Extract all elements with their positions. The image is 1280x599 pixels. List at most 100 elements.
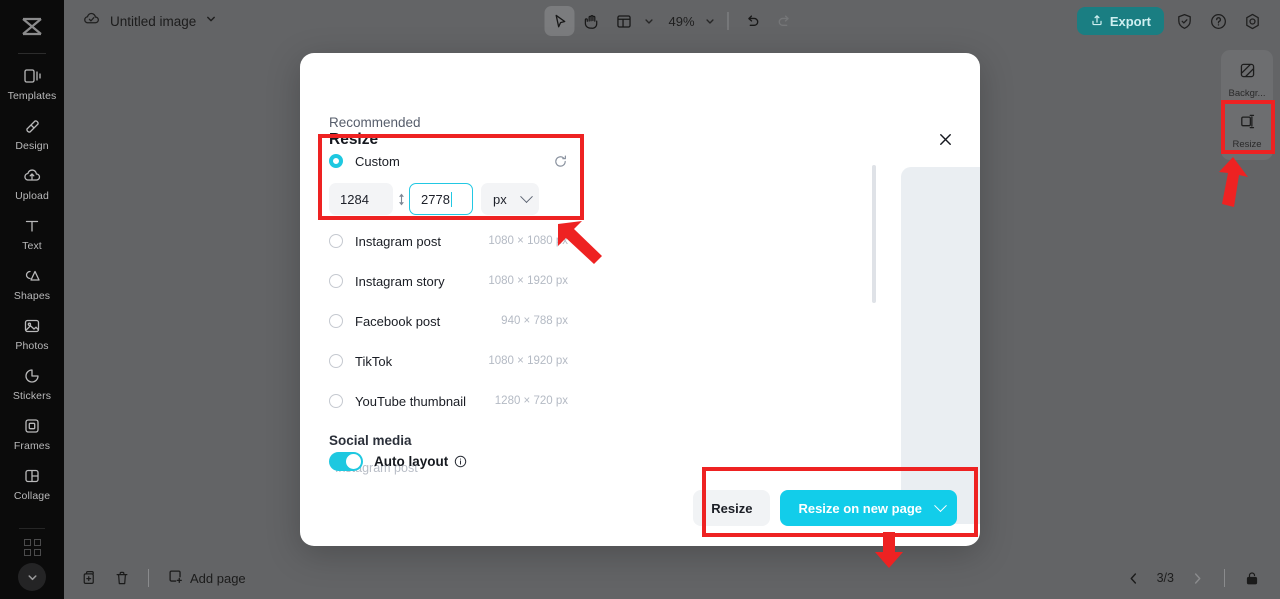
close-icon[interactable] <box>932 126 958 152</box>
radio-facebook-post[interactable] <box>329 314 343 328</box>
help-circle-icon[interactable] <box>1204 7 1232 35</box>
add-page-button[interactable]: Add page <box>161 568 252 588</box>
radio-custom[interactable] <box>329 154 343 168</box>
apps-grid-icon[interactable] <box>23 539 41 556</box>
radio-youtube-thumbnail[interactable] <box>329 394 343 408</box>
width-input[interactable]: 1284 <box>329 183 393 215</box>
preset-label: Custom <box>355 153 400 169</box>
templates-icon <box>21 65 43 87</box>
sidebar-item-text[interactable]: Text <box>0 208 64 258</box>
sidebar-item-templates[interactable]: Templates <box>0 58 64 108</box>
preset-dimensions: 1080 × 1080 px <box>488 235 568 247</box>
hand-pan-tool[interactable] <box>576 6 606 36</box>
chevron-right-icon[interactable] <box>1183 564 1211 592</box>
dialog-left-column: Recommended Custom 1284 2778 px Instagra… <box>300 115 582 495</box>
toolbar-actions: Export <box>1076 7 1266 35</box>
left-sidebar: Templates Design Upload Text Shapes Phot… <box>0 0 64 599</box>
trash-icon[interactable] <box>108 564 136 592</box>
zoom-level-value[interactable]: 49% <box>659 14 699 29</box>
preset-option-facebook-post[interactable]: Facebook post 940 × 788 px <box>329 301 568 341</box>
shield-check-icon[interactable] <box>1170 7 1198 35</box>
resize-dialog: Resize Recommended Custom 1284 2778 px I… <box>300 53 980 546</box>
right-panel-item-background[interactable]: Backgr... <box>1224 55 1270 104</box>
reset-rotate-icon[interactable] <box>552 153 568 169</box>
canvas-tools: 49% <box>544 6 799 36</box>
zoom-chevron-down-icon[interactable] <box>702 16 719 27</box>
info-circle-icon[interactable] <box>454 455 467 468</box>
unit-selector[interactable]: px <box>481 183 539 215</box>
right-panel-item-resize[interactable]: Resize <box>1224 106 1270 155</box>
layout-chevron-down-icon[interactable] <box>640 16 657 27</box>
auto-layout-toggle[interactable] <box>329 452 363 471</box>
design-icon <box>21 115 43 137</box>
resize-button[interactable]: Resize <box>693 490 771 526</box>
height-input-value: 2778 <box>421 191 450 207</box>
custom-dimension-inputs: 1284 2778 px <box>329 181 568 215</box>
preset-option-instagram-post[interactable]: Instagram post 1080 × 1080 px <box>329 221 568 261</box>
sidebar-item-collage[interactable]: Collage <box>0 458 64 508</box>
chevron-down-icon[interactable] <box>934 498 947 512</box>
preset-label: YouTube thumbnail <box>355 393 467 409</box>
radio-tiktok[interactable] <box>329 354 343 368</box>
sidebar-item-shapes[interactable]: Shapes <box>0 258 64 308</box>
preset-option-instagram-story[interactable]: Instagram story 1080 × 1920 px <box>329 261 568 301</box>
resize-preview-area <box>901 167 980 524</box>
export-button[interactable]: Export <box>1076 7 1164 35</box>
radio-instagram-story[interactable] <box>329 274 343 288</box>
preset-option-tiktok[interactable]: TikTok 1080 × 1920 px <box>329 341 568 381</box>
sidebar-item-label: Photos <box>15 340 49 352</box>
cursor-select-tool[interactable] <box>544 6 575 36</box>
redo-button[interactable] <box>770 6 800 36</box>
stickers-icon <box>21 365 43 387</box>
sidebar-item-label: Design <box>15 140 49 152</box>
sidebar-divider <box>18 53 46 54</box>
sidebar-item-frames[interactable]: Frames <box>0 408 64 458</box>
lock-open-icon[interactable] <box>1238 564 1266 592</box>
preset-list-scrollbar[interactable] <box>872 165 876 303</box>
section-social-media-label: Social media <box>329 433 412 448</box>
radio-instagram-post[interactable] <box>329 234 343 248</box>
auto-layout-label: Auto layout <box>374 454 449 469</box>
document-title-group[interactable]: Untitled image <box>64 9 217 33</box>
chevron-left-icon[interactable] <box>1120 564 1148 592</box>
sidebar-item-upload[interactable]: Upload <box>0 158 64 208</box>
document-title[interactable]: Untitled image <box>110 14 196 29</box>
link-dimensions-icon[interactable] <box>393 193 409 206</box>
capcut-logo[interactable] <box>15 11 49 41</box>
top-toolbar: Untitled image 49% Export <box>64 0 1280 42</box>
sidebar-item-label: Shapes <box>13 290 51 302</box>
cloud-check-icon <box>82 9 101 33</box>
undo-button[interactable] <box>738 6 768 36</box>
chevron-down-icon[interactable] <box>205 12 217 30</box>
photos-icon <box>21 315 43 337</box>
settings-gear-icon[interactable] <box>1238 7 1266 35</box>
resize-icon <box>1238 112 1257 136</box>
upload-cloud-icon <box>21 165 43 187</box>
shapes-icon <box>21 265 43 287</box>
sidebar-item-stickers[interactable]: Stickers <box>0 358 64 408</box>
layout-grid-tool[interactable] <box>608 6 638 36</box>
preset-list: Custom 1284 2778 px Instagram post 1080 … <box>300 141 582 421</box>
bottom-divider <box>148 569 149 587</box>
preset-option-youtube-thumbnail[interactable]: YouTube thumbnail 1280 × 720 px <box>329 381 568 421</box>
bottom-toolbar: Add page 3/3 <box>64 557 1280 599</box>
resize-on-new-page-button[interactable]: Resize on new page <box>780 490 957 526</box>
sidebar-footer <box>0 528 64 599</box>
preset-label: Instagram post <box>355 233 441 249</box>
preset-dimensions: 1080 × 1920 px <box>488 275 568 287</box>
text-icon <box>21 215 43 237</box>
preset-dimensions: 1080 × 1920 px <box>488 355 568 367</box>
sidebar-item-photos[interactable]: Photos <box>0 308 64 358</box>
preset-option-custom[interactable]: Custom <box>329 141 568 181</box>
export-button-label: Export <box>1109 13 1151 29</box>
sidebar-divider-bottom <box>19 528 45 529</box>
duplicate-page-icon[interactable] <box>76 564 104 592</box>
sidebar-item-design[interactable]: Design <box>0 108 64 158</box>
export-upload-icon <box>1090 13 1104 30</box>
page-navigation: 3/3 <box>1120 564 1266 592</box>
height-input[interactable]: 2778 <box>409 183 473 215</box>
sidebar-expand-button[interactable] <box>18 563 46 591</box>
sidebar-item-label: Frames <box>13 440 51 452</box>
sidebar-items: Templates Design Upload Text Shapes Phot… <box>0 58 64 508</box>
chevron-down-icon <box>520 189 533 203</box>
